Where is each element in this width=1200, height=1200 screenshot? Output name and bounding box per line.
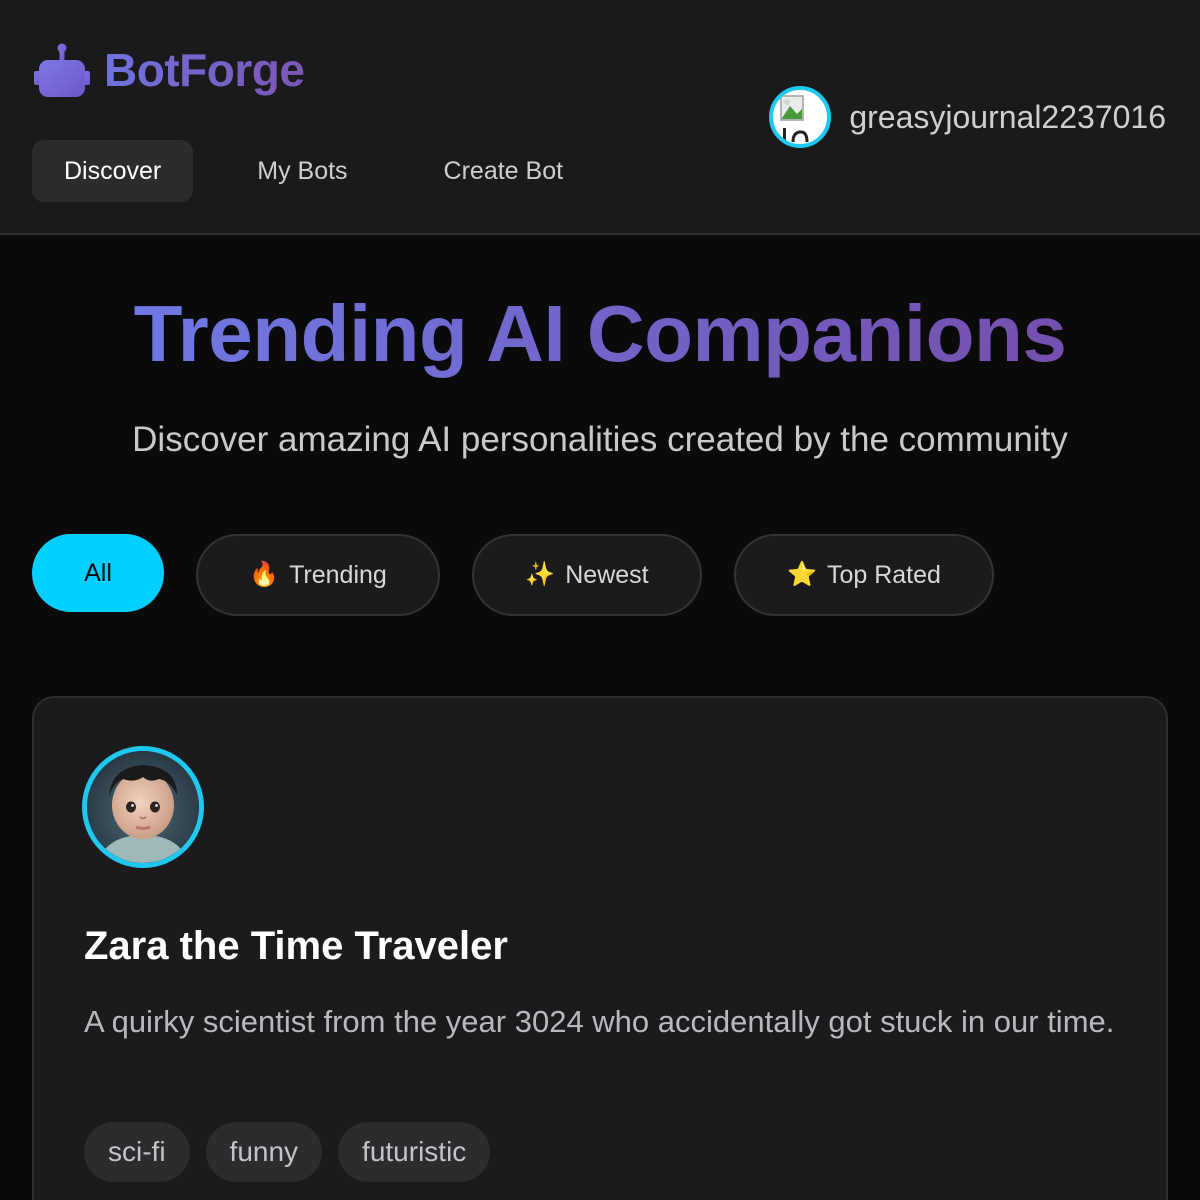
page-subtitle: Discover amazing AI personalities create… (132, 420, 1068, 459)
bot-avatar (82, 746, 204, 868)
bot-tags: sci-fi funny futuristic (84, 1122, 506, 1182)
brand-name: BotForge (104, 40, 305, 100)
bot-avatar-image (87, 751, 199, 863)
filter-bar: All 🔥 Trending ✨ Newest ⭐ Top Rated (32, 534, 1172, 616)
user-profile[interactable]: greasyjournal2237016 (769, 86, 1166, 148)
tag[interactable]: sci-fi (84, 1122, 190, 1182)
filter-all[interactable]: All (32, 534, 164, 612)
robot-icon (34, 43, 90, 97)
tag[interactable]: futuristic (338, 1122, 491, 1182)
star-icon: ⭐ (787, 561, 817, 588)
nav-my-bots[interactable]: My Bots (225, 140, 379, 202)
nav-discover[interactable]: Discover (32, 140, 194, 202)
bot-card[interactable]: Zara the Time Traveler A quirky scientis… (32, 696, 1168, 1200)
fire-icon: 🔥 (249, 561, 280, 588)
filter-top-rated[interactable]: ⭐ Top Rated (734, 534, 994, 616)
broken-image-icon (780, 95, 809, 143)
filter-newest[interactable]: ✨ Newest (472, 534, 702, 616)
main-nav: Discover My Bots Create Bot (32, 140, 627, 202)
brand-logo[interactable]: BotForge (34, 40, 305, 100)
user-avatar[interactable] (769, 86, 832, 148)
page-title: Trending AI Companions (133, 289, 1067, 378)
bot-description: A quirky scientist from the year 3024 wh… (84, 1004, 1115, 1039)
filter-label: Top Rated (826, 560, 941, 589)
bot-name: Zara the Time Traveler (84, 924, 508, 968)
filter-label: Newest (565, 560, 649, 589)
page: BotForge Discover My Bots Create Bot gre… (0, 0, 1200, 1200)
tag[interactable]: funny (205, 1122, 323, 1182)
filter-label: All (84, 558, 112, 587)
filter-trending[interactable]: 🔥 Trending (196, 534, 440, 616)
sparkles-icon: ✨ (525, 561, 556, 588)
filter-label: Trending (289, 560, 387, 589)
nav-create-bot[interactable]: Create Bot (412, 140, 596, 202)
top-header: BotForge Discover My Bots Create Bot gre… (0, 0, 1200, 235)
username: greasyjournal2237016 (849, 98, 1166, 135)
